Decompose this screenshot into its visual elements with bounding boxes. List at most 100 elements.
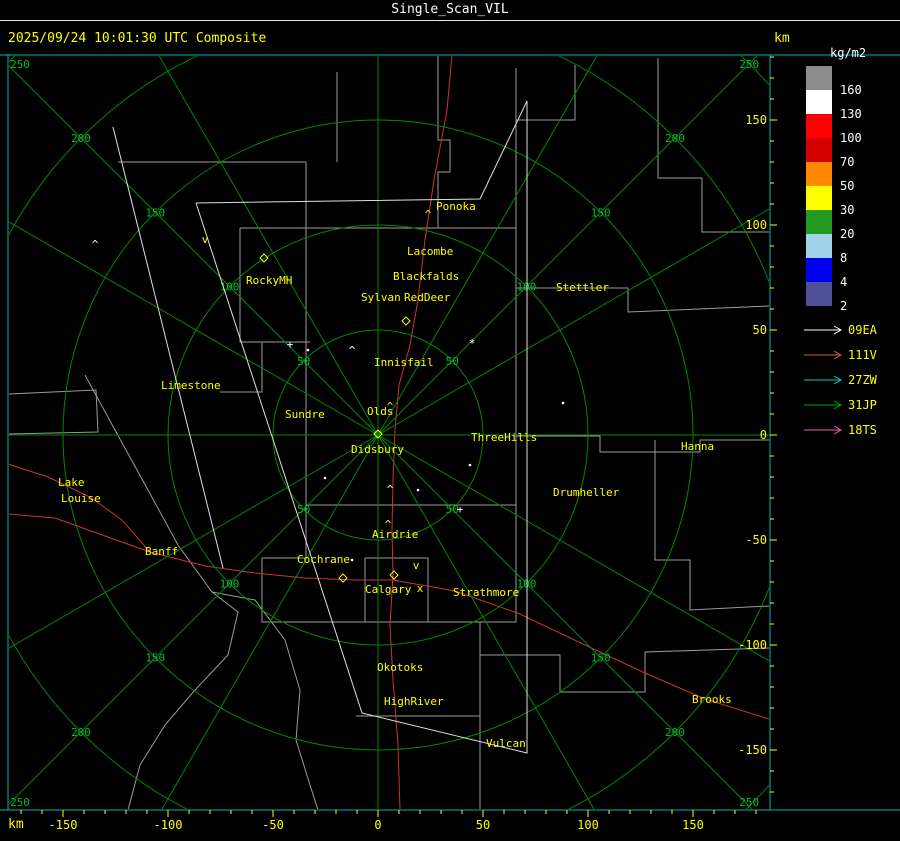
bottom-axis-label: -50: [262, 818, 284, 832]
scan-coverage-outline: [195, 100, 528, 754]
city-label-limestone: Limestone: [161, 379, 221, 392]
city-label-ponoka: Ponoka: [436, 200, 476, 213]
radial-line: [9, 434, 379, 805]
site-diamond-marker: [338, 573, 348, 583]
station-id-27zw: 27ZW: [848, 373, 878, 387]
right-axis-label: -50: [745, 533, 767, 547]
station-id-31jp: 31JP: [848, 398, 877, 412]
range-label-100: 100: [517, 577, 537, 590]
city-label-blackfalds: Blackfalds: [393, 270, 459, 283]
legend-value-70: 70: [840, 155, 854, 169]
range-label-250: 250: [739, 796, 759, 809]
range-label-150: 150: [145, 206, 165, 219]
radial-line: [377, 208, 769, 436]
bottom-axis-units: km: [8, 817, 24, 832]
station-id-09ea: 09EA: [848, 323, 878, 337]
city-label-rockymh: RockyMH: [246, 274, 292, 287]
radar-display[interactable]: 50 5050 50100 100100 100150 150150 150200 20020…: [0, 0, 900, 841]
bottom-axis-label: -100: [154, 818, 183, 832]
city-label-sundre: Sundre: [285, 408, 325, 421]
radar-app-window: 50 50 50 50 100 100 100 100 150 150 150 150 200 200 20…: [0, 0, 900, 841]
legend-value-4: 4: [840, 275, 847, 289]
radial-line: [9, 65, 379, 436]
county-boundary: [516, 65, 576, 121]
window-title: Single_Scan_VIL: [391, 2, 509, 17]
bottom-axis-label: -150: [49, 818, 78, 832]
title-bar: Single_Scan_VIL: [0, 0, 900, 21]
city-label-calgary: Calgary: [365, 583, 412, 596]
range-label-50: 50: [297, 503, 310, 516]
dot-marker: [468, 463, 472, 467]
range-label-100: 100: [517, 281, 537, 294]
range-label-200: 200: [71, 726, 91, 739]
right-axis-label: -100: [738, 638, 767, 652]
bottom-axis-label: 50: [476, 818, 490, 832]
range-label-50: 50: [446, 355, 459, 368]
city-label-sylvan: Sylvan: [361, 291, 401, 304]
legend-value-20: 20: [840, 227, 854, 241]
right-axis-label: 50: [753, 323, 767, 337]
right-axis-label: -150: [738, 743, 767, 757]
range-label-100: 100: [220, 577, 240, 590]
right-axis-label: 150: [745, 113, 767, 127]
range-label-100: 100: [220, 281, 240, 294]
range-label-150: 150: [145, 652, 165, 665]
legend-swatch-160: [806, 66, 832, 90]
plus-marker: +: [287, 338, 294, 351]
legend-swatch-130: [806, 90, 832, 114]
dot-marker: [323, 476, 327, 480]
bottom-axis-label: 0: [374, 818, 381, 832]
legend-value-130: 130: [840, 107, 862, 121]
city-label-banff: Banff: [145, 545, 178, 558]
city-label-highriver: HighRiver: [384, 695, 444, 708]
legend-value-2: 2: [840, 299, 847, 313]
city-label-cochrane: Cochrane: [297, 553, 350, 566]
legend-swatch-4: [806, 258, 832, 282]
dot-marker: [306, 348, 310, 352]
city-label-strathmore: Strathmore: [453, 586, 519, 599]
bottom-axis-label: 150: [682, 818, 704, 832]
range-label-200: 200: [665, 132, 685, 145]
right-axis-label: 0: [760, 428, 767, 442]
caret-marker: ^: [92, 238, 99, 251]
city-label-olds: Olds: [367, 405, 394, 418]
range-label-150: 150: [591, 206, 611, 219]
radial-line: [9, 434, 379, 649]
range-label-250: 250: [10, 58, 30, 71]
scan-timestamp: 2025/09/24 10:01:30 UTC Composite: [8, 31, 267, 46]
legend-swatch-30: [806, 186, 832, 210]
legend-value-160: 160: [840, 83, 862, 97]
city-label-hanna: Hanna: [681, 440, 714, 453]
county-boundary: [220, 341, 263, 393]
legend-value-100: 100: [840, 131, 862, 145]
range-label-200: 200: [71, 132, 91, 145]
radial-line: [377, 56, 598, 436]
city-label-innisfail: Innisfail: [374, 356, 434, 369]
vee-marker: v: [413, 559, 420, 572]
legend-swatch-2: [806, 282, 832, 306]
city-label-threehills: ThreeHills: [471, 431, 537, 444]
plus-marker: +: [457, 503, 464, 516]
dot-marker: [561, 401, 565, 405]
dot-marker: [350, 558, 354, 562]
legend-value-30: 30: [840, 203, 854, 217]
city-label-okotoks: Okotoks: [377, 661, 423, 674]
legend-swatch-20: [806, 210, 832, 234]
range-label-250: 250: [739, 58, 759, 71]
dot-marker: [416, 488, 420, 492]
legend-value-8: 8: [840, 251, 847, 265]
range-label-250: 250: [10, 796, 30, 809]
radial-line: [158, 56, 379, 436]
caret-marker: ^: [349, 344, 356, 357]
caret-marker: ^: [425, 208, 432, 221]
scan-coverage-outline: [112, 126, 224, 569]
county-boundary: [516, 287, 769, 313]
vee-marker: v: [202, 233, 209, 246]
city-label-drumheller: Drumheller: [553, 486, 620, 499]
legend-units-label: kg/m2: [830, 46, 867, 60]
range-label-150: 150: [591, 652, 611, 665]
city-label-brooks: Brooks: [692, 693, 732, 706]
site-diamond-marker: [389, 570, 399, 580]
right-axis-units: km: [774, 31, 790, 46]
city-label-reddeer: RedDeer: [404, 291, 451, 304]
